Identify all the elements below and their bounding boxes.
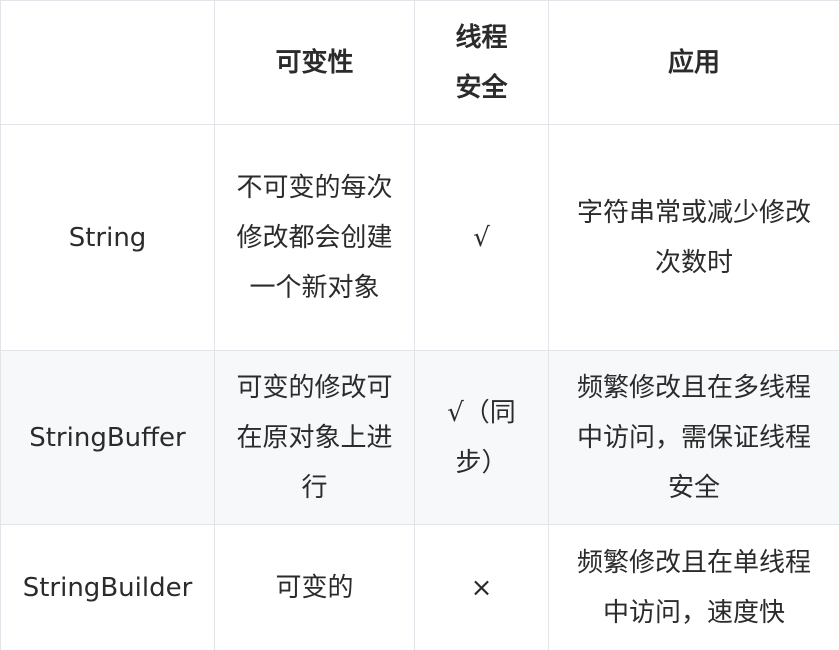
table-cell-class: StringBuffer — [0, 350, 215, 525]
table-cell-class: StringBuilder — [0, 524, 215, 650]
table-cell-thread-safety: √ — [414, 124, 549, 351]
header-cell-usage: 应用 — [548, 0, 839, 125]
table-header-row: 可变性 线程安全 应用 — [0, 0, 839, 125]
table-cell-class: String — [0, 124, 215, 351]
header-cell-empty — [0, 0, 215, 125]
table-cell-usage: 频繁修改且在多线程中访问，需保证线程安全 — [548, 350, 839, 525]
table-cell-mutability: 可变的 — [214, 524, 415, 650]
table-cell-thread-safety: × — [414, 524, 549, 650]
comparison-table: 可变性 线程安全 应用 String 不可变的每次修改都会创建一个新对象 √ 字… — [0, 0, 839, 650]
table-row: String 不可变的每次修改都会创建一个新对象 √ 字符串常或减少修改次数时 — [0, 124, 839, 351]
table-cell-usage: 字符串常或减少修改次数时 — [548, 124, 839, 351]
header-cell-mutability: 可变性 — [214, 0, 415, 125]
table-row: StringBuffer 可变的修改可在原对象上进行 √（同步） 频繁修改且在多… — [0, 350, 839, 525]
table-row: StringBuilder 可变的 × 频繁修改且在单线程中访问，速度快 — [0, 524, 839, 650]
table-cell-usage: 频繁修改且在单线程中访问，速度快 — [548, 524, 839, 650]
table-cell-thread-safety: √（同步） — [414, 350, 549, 525]
header-cell-thread-safety: 线程安全 — [414, 0, 549, 125]
table-cell-mutability: 可变的修改可在原对象上进行 — [214, 350, 415, 525]
table-cell-mutability: 不可变的每次修改都会创建一个新对象 — [214, 124, 415, 351]
